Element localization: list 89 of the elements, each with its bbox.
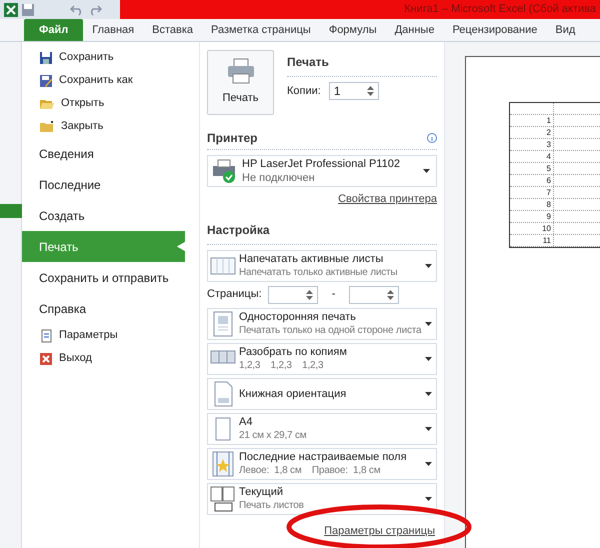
menu-command[interactable]: Выход	[22, 347, 185, 370]
dropdown-caret-icon	[425, 496, 432, 500]
option-subtitle: Левое: 1,8 см Правое: 1,8 см	[239, 464, 382, 478]
menu-section[interactable]: Последние	[22, 169, 185, 200]
settings-dropdown[interactable]: Разобрать по копиям 1,2,3 1,2,3 1,2,3	[207, 342, 437, 374]
section-heading: Печать	[287, 55, 329, 69]
row-number: 7	[510, 187, 554, 198]
row-number: 2	[510, 127, 554, 138]
folder-icon	[39, 120, 55, 134]
menu-section[interactable]: Сохранить и отправить	[22, 262, 185, 293]
dropdown-caret-icon	[425, 356, 432, 360]
page-to-field[interactable]	[349, 286, 400, 304]
menu-command[interactable]: Сохранить как	[22, 69, 185, 92]
ribbon-tab[interactable]: Рецензирование	[443, 19, 546, 41]
option-subtitle: Печатать только на одной стороне листа	[239, 324, 422, 338]
menu-command[interactable]: Закрыть	[22, 115, 185, 138]
row-number: 4	[510, 151, 554, 162]
menu-command[interactable]: Параметры	[22, 324, 185, 347]
page-from-field[interactable]	[268, 286, 318, 304]
menu-section[interactable]: Печать	[22, 231, 185, 262]
row-number: 3	[510, 139, 554, 150]
undo-icon[interactable]	[70, 4, 84, 16]
row-number: 1	[510, 115, 554, 126]
settings-dropdown[interactable]: Односторонняя печать Печатать только на одной стороне листа	[207, 308, 437, 340]
copies-field[interactable]: 1	[328, 82, 379, 100]
dropdown-caret-icon	[425, 426, 432, 430]
option-title: A4	[239, 414, 254, 428]
option-subtitle: Печать листов	[239, 498, 305, 512]
menu-section[interactable]: Создать	[22, 200, 185, 231]
pages-label: Страницы:	[207, 287, 262, 302]
range-separator: -	[330, 287, 336, 302]
settings-dropdown[interactable]: Текущий Печать листов	[207, 482, 437, 514]
row-number: 10	[510, 223, 554, 234]
option-title: Односторонняя печать	[239, 310, 357, 324]
menu-section[interactable]: Сведения	[22, 138, 185, 169]
ribbon-tab[interactable]: Файл	[24, 19, 84, 41]
row-number: 9	[510, 211, 554, 222]
section-heading: Настройка	[207, 222, 270, 236]
printer-icon	[226, 58, 254, 84]
dropdown-caret-icon	[423, 169, 430, 173]
ribbon-tab[interactable]: Формулы	[320, 19, 386, 41]
menu-section[interactable]: Справка	[22, 293, 185, 324]
row-number: 5	[510, 163, 554, 174]
ribbon-tab[interactable]: Данные	[386, 19, 444, 41]
dropdown-caret-icon	[425, 322, 432, 326]
print-button[interactable]: Печать	[207, 50, 274, 115]
settings-dropdown[interactable]: Напечатать активные листы Напечатать только активные листы	[207, 250, 437, 282]
close-icon	[39, 352, 53, 366]
option-title: Последние настраиваемые поля	[239, 450, 408, 464]
dropdown-caret-icon	[425, 392, 432, 396]
printer-dropdown[interactable]: HP LaserJet Professional P1102 Не подключен	[207, 155, 437, 187]
floppy-pencil-icon	[39, 74, 53, 88]
settings-dropdown[interactable]: A4 21 см x 29,7 см	[207, 412, 437, 444]
dropdown-caret-icon	[425, 264, 432, 268]
section-heading: Принтер	[207, 130, 258, 147]
redo-icon[interactable]	[88, 4, 102, 16]
copies-label: Копии:	[287, 84, 321, 99]
printer-status: Не подключен	[242, 171, 316, 185]
option-subtitle: Напечатать только активные листы	[239, 266, 398, 280]
row-number: 6	[510, 175, 554, 186]
printer-check-icon	[210, 158, 238, 184]
ribbon-tab[interactable]: Вставка	[143, 19, 202, 41]
settings-dropdown[interactable]: Книжная ориентация	[207, 378, 437, 410]
option-subtitle: 21 см x 29,7 см	[239, 428, 308, 442]
ribbon-tab[interactable]: Вид	[546, 19, 584, 41]
spinner-arrows-icon	[366, 85, 374, 97]
pages-scale-icon	[210, 486, 236, 512]
spinner-arrows-icon	[387, 288, 394, 300]
printer-properties-link[interactable]: Свойства принтера	[338, 191, 437, 208]
option-title: Текущий	[239, 484, 284, 498]
printer-name: HP LaserJet Professional P1102	[242, 157, 401, 171]
option-title: Книжная ориентация	[239, 386, 348, 400]
info-icon[interactable]	[427, 133, 437, 143]
spinner-arrows-icon	[306, 288, 313, 300]
option-title: Разобрать по копиям	[239, 344, 348, 358]
ribbon-tab[interactable]: Разметка страницы	[202, 19, 320, 41]
menu-command[interactable]: Сохранить	[22, 46, 185, 69]
window-title: Книга1 – Microsoft Excel (Сбой актива	[404, 2, 596, 18]
menu-command[interactable]: Открыть	[22, 92, 185, 115]
option-subtitle: 1,2,3 1,2,3 1,2,3	[239, 358, 324, 372]
spreadsheet-logo-icon[interactable]	[4, 2, 18, 16]
copies-value: 1	[334, 83, 342, 100]
row-number: 8	[510, 199, 554, 210]
ribbon-tab[interactable]: Главная	[83, 19, 144, 41]
document-icon	[39, 328, 53, 342]
row-number: 11	[510, 235, 554, 246]
dropdown-caret-icon	[425, 462, 432, 466]
option-title: Напечатать активные листы	[239, 252, 384, 266]
settings-dropdown[interactable]: Последние настраиваемые поля Левое: 1,8 см Правое: 1,8 см	[207, 448, 437, 480]
